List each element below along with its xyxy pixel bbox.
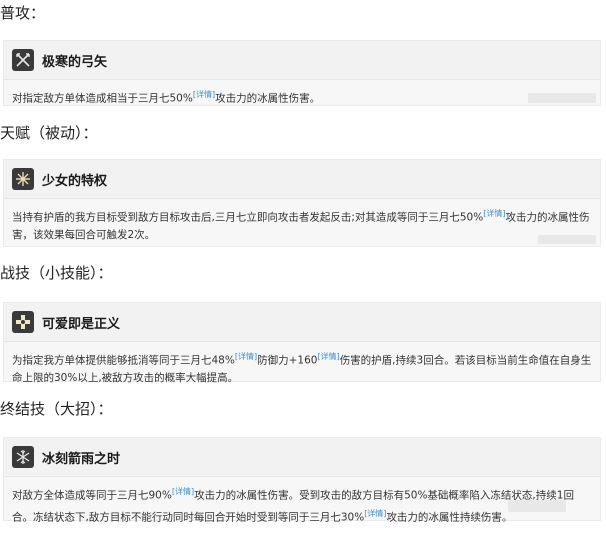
desc-text: 为指定我方单体提供能够抵消等同于三月七48% — [12, 354, 235, 367]
skill-name: 冰刻箭雨之时 — [42, 451, 121, 467]
skill-name: 少女的特权 — [42, 173, 108, 189]
skill-description: 当持有护盾的我方目标受到敌方目标攻击后,三月七立即向攻击者发起反击;对其造成等同… — [4, 199, 600, 252]
skill-description: 对指定敌方单体造成相当于三月七50%[详情]攻击力的冰属性伤害。 — [4, 80, 600, 116]
detail-link[interactable]: [详情] — [317, 352, 339, 361]
detail-link[interactable]: [详情] — [235, 352, 257, 361]
desc-text: 攻击力的冰属性伤害。 — [215, 92, 321, 105]
skill-card-normal-attack: 极寒的弓矢 对指定敌方单体造成相当于三月七50%[详情]攻击力的冰属性伤害。 — [3, 40, 601, 106]
watermark-smudge — [508, 500, 566, 512]
skill-card-talent: 少女的特权 当持有护盾的我方目标受到敌方目标攻击后,三月七立即向攻击者发起反击;… — [3, 159, 601, 247]
skill-card-skill: 可爱即是正义 为指定我方单体提供能够抵消等同于三月七48%[详情]防御力+160… — [3, 302, 601, 384]
detail-link[interactable]: [详情] — [193, 90, 215, 99]
section-heading-talent: 天赋（被动）： — [0, 124, 98, 142]
detail-link[interactable]: [详情] — [364, 509, 386, 518]
crossed-arrows-icon — [12, 49, 34, 71]
shield-cross-icon — [12, 311, 34, 333]
desc-text: 对指定敌方单体造成相当于三月七50% — [12, 92, 193, 105]
section-heading-skill: 战技（小技能）： — [0, 264, 113, 282]
section-heading-normal-attack: 普攻： — [0, 4, 46, 22]
watermark-smudge — [528, 93, 596, 103]
skill-card-header: 少女的特权 — [4, 160, 600, 199]
skill-name: 可爱即是正义 — [42, 316, 121, 332]
detail-link[interactable]: [详情] — [172, 487, 194, 496]
section-heading-ultimate: 终结技（大招）： — [0, 400, 113, 418]
desc-text: 对敌方全体造成等同于三月七90% — [12, 489, 172, 502]
skill-description: 为指定我方单体提供能够抵消等同于三月七48%[详情]防御力+160[详情]伤害的… — [4, 342, 600, 395]
skill-card-ultimate: 冰刻箭雨之时 对敌方全体造成等同于三月七90%[详情]攻击力的冰属性伤害。受到攻… — [3, 437, 601, 523]
desc-text: 攻击力的冰属性持续伤害。 — [386, 511, 513, 523]
skill-card-header: 极寒的弓矢 — [4, 41, 600, 80]
next-section-heading-cutoff — [0, 533, 40, 542]
skill-card-header: 冰刻箭雨之时 — [4, 438, 600, 477]
desc-text: 防御力+160 — [257, 354, 318, 367]
skill-card-header: 可爱即是正义 — [4, 303, 600, 342]
detail-link[interactable]: [详情] — [483, 209, 505, 218]
watermark-smudge — [538, 235, 596, 244]
snowflake-burst-icon — [12, 168, 34, 190]
ice-shards-icon — [12, 446, 34, 468]
skill-name: 极寒的弓矢 — [42, 54, 108, 70]
desc-text: 当持有护盾的我方目标受到敌方目标攻击后,三月七立即向攻击者发起反击;对其造成等同… — [12, 211, 484, 224]
